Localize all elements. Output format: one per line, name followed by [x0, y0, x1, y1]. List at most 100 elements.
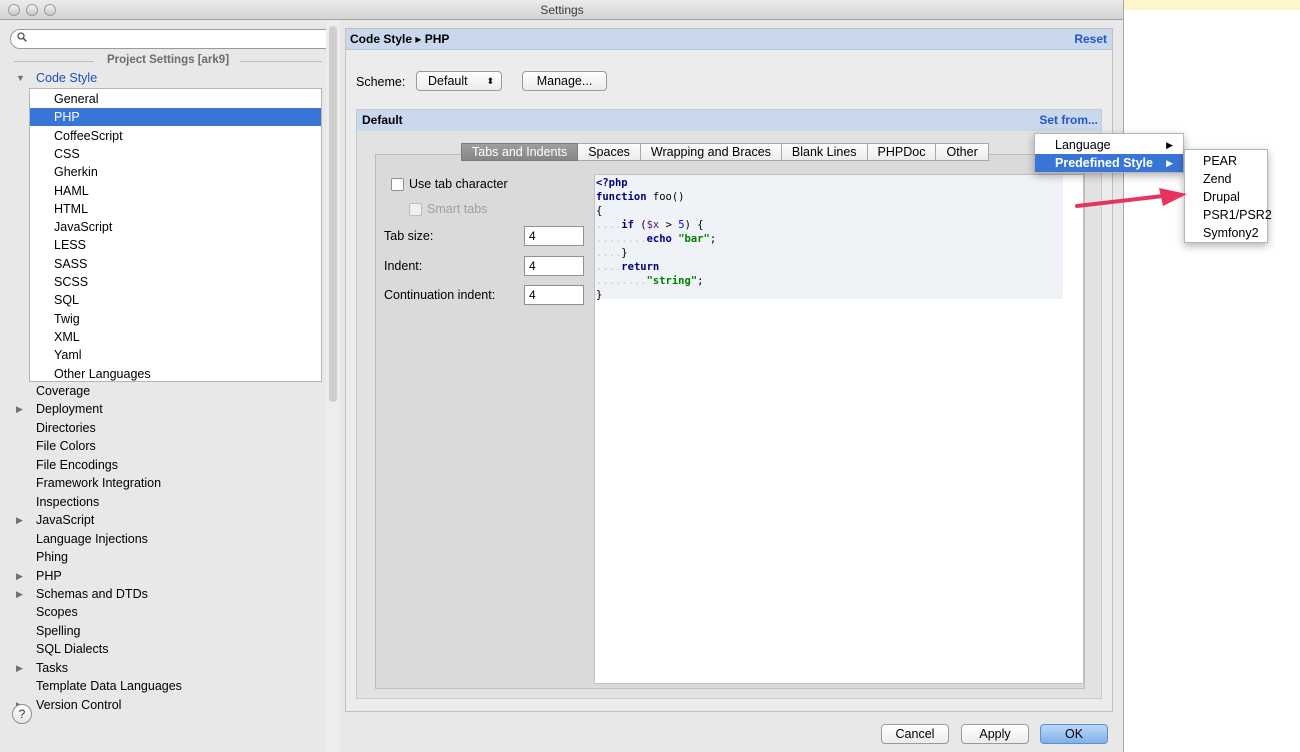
tree-scrollbar[interactable]	[326, 21, 340, 752]
menu-item-label: Language	[1055, 138, 1111, 152]
window-title: Settings	[540, 3, 584, 17]
menu-item-predefined-style[interactable]: Predefined Style ▶	[1035, 154, 1183, 172]
settings-window: Settings Project Settings [ark9] ▼ Code …	[0, 0, 1124, 752]
ok-button[interactable]: OK	[1040, 724, 1108, 744]
code-style-item[interactable]: SASS	[30, 255, 321, 273]
code-style-item[interactable]: CSS	[30, 145, 321, 163]
project-settings-header: Project Settings [ark9]	[14, 54, 322, 68]
scheme-select[interactable]: Default ⬍	[416, 71, 502, 91]
code-line: }	[596, 289, 603, 301]
expand-arrow-icon[interactable]: ▶	[16, 511, 23, 529]
code-style-item[interactable]: CoffeeScript	[30, 127, 321, 145]
use-tab-character-label: Use tab character	[409, 177, 508, 191]
apply-button[interactable]: Apply	[961, 724, 1029, 744]
expand-arrow-icon[interactable]: ▶	[16, 400, 23, 418]
expanded-arrow-icon[interactable]: ▼	[16, 69, 25, 87]
help-button[interactable]: ?	[12, 704, 32, 724]
tab[interactable]: Tabs and Indents	[461, 143, 579, 161]
code-line: <?php	[596, 177, 628, 189]
code-style-language-list: General PHP CoffeeScript CSS Gherkin HAML HTML…	[29, 88, 322, 382]
code-text: ) {	[684, 219, 704, 231]
code-style-item[interactable]: SCSS	[30, 273, 321, 291]
code-style-item[interactable]: Twig	[30, 310, 321, 328]
background-strip	[1124, 0, 1300, 10]
tab[interactable]: Other	[936, 143, 989, 161]
expand-arrow-icon[interactable]: ▶	[16, 585, 23, 603]
tree-item-label: PHP	[36, 568, 62, 583]
code-keyword: function	[596, 191, 647, 203]
tree-item-label: Schemas and DTDs	[36, 586, 148, 601]
tree-item-label: Phing	[36, 550, 68, 565]
project-settings-label: Project Settings [ark9]	[103, 54, 233, 66]
code-style-item[interactable]: LESS	[30, 236, 321, 254]
code-style-item[interactable]: SQL	[30, 291, 321, 309]
tab[interactable]: Blank Lines	[781, 143, 868, 161]
code-style-settings-panel: Code Style ▸ PHP Reset Scheme: Default ⬍…	[345, 28, 1113, 712]
tab[interactable]: Wrapping and Braces	[640, 143, 782, 161]
code-style-item[interactable]: PHP	[30, 108, 321, 127]
tree-item-label: Inspections	[36, 494, 100, 509]
code-style-item[interactable]: Yaml	[30, 346, 321, 364]
manage-button[interactable]: Manage...	[522, 71, 607, 91]
tree-item-label: Spelling	[36, 623, 81, 638]
code-line: {	[596, 205, 603, 217]
scheme-value: Default	[428, 74, 468, 88]
tree-item-label: Template Data Languages	[36, 679, 182, 694]
whitespace-marker: ....	[596, 261, 622, 273]
tab[interactable]: Spaces	[578, 143, 641, 161]
submenu-item[interactable]: PEAR	[1185, 152, 1267, 170]
tree-item-label: Code Style	[36, 71, 98, 85]
indent-label: Indent:	[384, 259, 423, 273]
tree-item-label: File Encodings	[36, 457, 118, 472]
breadcrumb: Code Style ▸ PHP Reset	[346, 29, 1112, 50]
tree-item-label: SQL Dialects	[36, 642, 109, 657]
code-text: ;	[709, 233, 717, 245]
submenu-item[interactable]: PSR1/PSR2	[1185, 206, 1272, 224]
smart-tabs-checkbox[interactable]	[409, 203, 422, 216]
search-icon	[17, 32, 27, 42]
code-string: "string"	[646, 275, 698, 287]
code-preview: <?php function foo() { ....if ($x > 5) {…	[594, 174, 1084, 684]
code-style-item[interactable]: JavaScript	[30, 218, 321, 236]
expand-arrow-icon[interactable]: ▶	[16, 567, 23, 585]
smart-tabs-label: Smart tabs	[427, 202, 488, 216]
tab-size-label: Tab size:	[384, 229, 434, 243]
use-tab-character-checkbox[interactable]	[391, 178, 404, 191]
whitespace-marker: ....	[596, 219, 622, 231]
code-text: >	[659, 219, 679, 231]
code-style-item[interactable]: Other Languages	[30, 365, 321, 383]
code-string: "bar"	[678, 233, 710, 245]
code-text: foo()	[646, 191, 685, 203]
code-keyword: if	[621, 219, 634, 231]
code-text: }	[621, 247, 628, 259]
tree-item-label: JavaScript	[36, 513, 95, 528]
submenu-arrow-icon: ▶	[1166, 158, 1173, 168]
indent-input[interactable]: 4	[524, 256, 584, 276]
code-style-item[interactable]: HTML	[30, 200, 321, 218]
scheme-panel-header: Default Set from...	[357, 110, 1101, 131]
scrollbar-thumb[interactable]	[329, 26, 337, 402]
submenu-item[interactable]: Symfony2	[1185, 224, 1267, 242]
code-style-item[interactable]: Gherkin	[30, 163, 321, 181]
set-from-link[interactable]: Set from...	[1039, 113, 1098, 127]
reset-link[interactable]: Reset	[1074, 32, 1107, 46]
menu-item-language[interactable]: Language ▶	[1035, 136, 1183, 154]
whitespace-marker: ........	[596, 275, 647, 287]
code-style-item[interactable]: HAML	[30, 182, 321, 200]
cancel-button[interactable]: Cancel	[881, 724, 949, 744]
code-style-item[interactable]: XML	[30, 328, 321, 346]
continuation-indent-input[interactable]: 4	[524, 285, 584, 305]
title-bar[interactable]: Settings	[0, 0, 1123, 20]
tree-item-label: Directories	[36, 420, 96, 435]
annotation-arrow-icon	[1075, 188, 1187, 208]
tree-item-label: Framework Integration	[36, 476, 162, 491]
expand-arrow-icon[interactable]: ▶	[16, 659, 23, 677]
search-input[interactable]	[10, 29, 335, 49]
code-text: ;	[697, 275, 704, 287]
submenu-item[interactable]: Drupal	[1185, 188, 1267, 206]
code-style-item[interactable]: General	[30, 90, 321, 108]
tab-size-input[interactable]: 4	[524, 226, 584, 246]
whitespace-marker: ........	[596, 233, 647, 245]
submenu-item[interactable]: Zend	[1185, 170, 1267, 188]
tab[interactable]: PHPDoc	[867, 143, 937, 161]
